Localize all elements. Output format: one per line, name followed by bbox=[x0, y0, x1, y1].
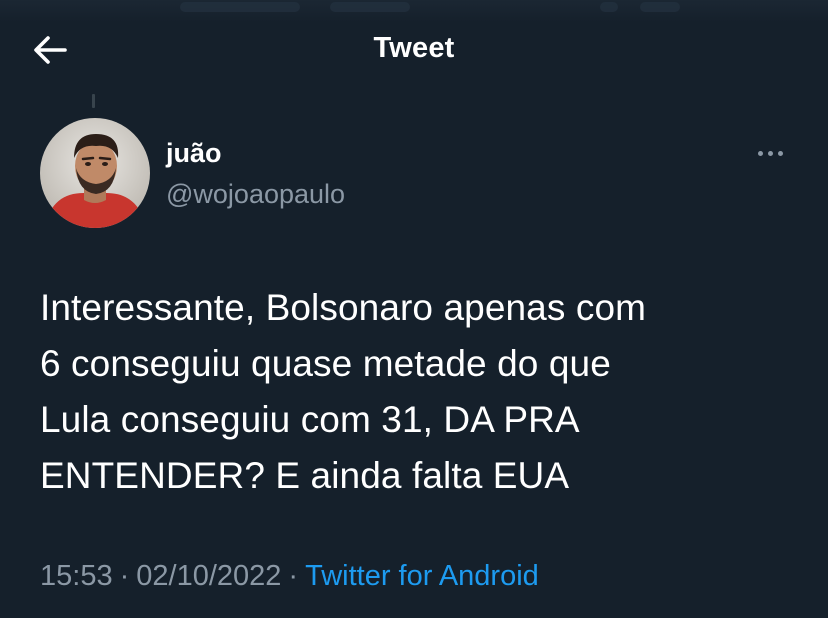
tweet-text: Interessante, Bolsonaro apenas com 6 con… bbox=[40, 287, 647, 496]
top-bar: Tweet bbox=[0, 18, 828, 82]
thread-line bbox=[92, 94, 95, 108]
tweet-time[interactable]: 15:53 bbox=[40, 560, 113, 592]
avatar[interactable] bbox=[40, 118, 150, 228]
meta-separator: · bbox=[119, 560, 130, 592]
author-handle[interactable]: @wojoaopaulo bbox=[166, 179, 345, 210]
meta-separator: · bbox=[288, 560, 299, 592]
page-title: Tweet bbox=[373, 32, 455, 64]
more-horizontal-icon bbox=[757, 150, 763, 156]
more-options-button[interactable] bbox=[748, 138, 792, 168]
author-name[interactable]: juão bbox=[166, 138, 222, 169]
tweet-date[interactable]: 02/10/2022 bbox=[136, 560, 281, 592]
tweet-source-link[interactable]: Twitter for Android bbox=[305, 560, 539, 592]
tweet-meta: 15:53 · 02/10/2022 · Twitter for Android bbox=[40, 560, 539, 593]
